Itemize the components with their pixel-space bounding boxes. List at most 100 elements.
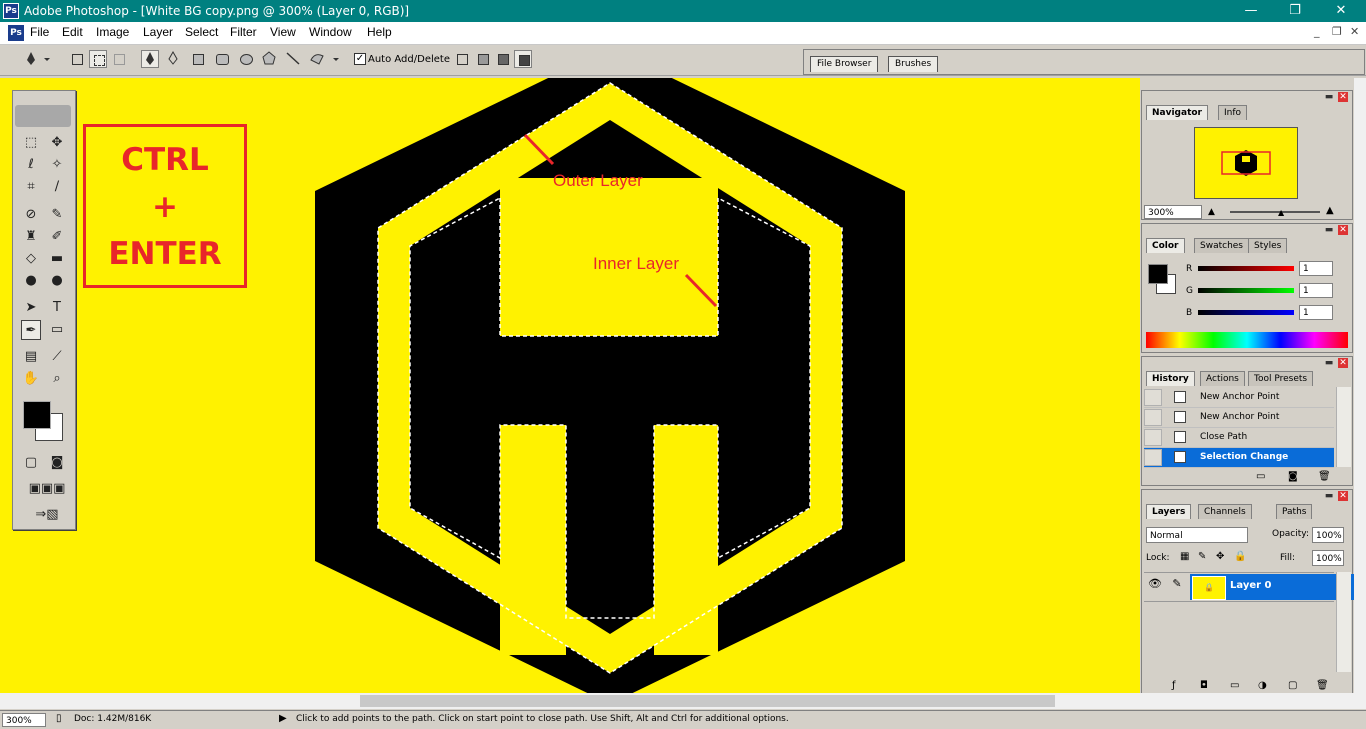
layer-row[interactable]: 👁 ✎ 🔒 Layer 0 xyxy=(1144,572,1366,602)
document-canvas[interactable]: CTRL + ENTER Outer Layer Inner Layer xyxy=(0,78,1140,693)
marquee-tool-icon[interactable]: ⬚ xyxy=(21,133,41,153)
status-menu-arrow-icon[interactable]: ▶ xyxy=(279,713,287,724)
auto-add-delete-checkbox[interactable]: ✓ xyxy=(354,53,366,65)
brushes-tab[interactable]: Brushes xyxy=(888,56,939,72)
blur-tool-icon[interactable]: ● xyxy=(21,271,41,291)
menu-edit[interactable]: Edit xyxy=(62,25,83,39)
document-icon[interactable]: Ps xyxy=(8,25,24,41)
eyedropper-icon[interactable]: ⟋ xyxy=(47,347,67,367)
eraser-tool-icon[interactable]: ◇ xyxy=(21,249,41,269)
crop-tool-icon[interactable]: ⌗ xyxy=(21,177,41,197)
clone-stamp-icon[interactable]: ♜ xyxy=(21,227,41,247)
add-mask-icon[interactable]: ◘ xyxy=(1200,680,1208,691)
tab-info[interactable]: Info xyxy=(1218,105,1248,120)
path-selection-icon[interactable]: ➤ xyxy=(21,298,41,318)
maximize-button[interactable]: ❐ xyxy=(1272,0,1318,22)
zoom-slider-thumb[interactable]: ▲ xyxy=(1278,208,1284,217)
lock-image-icon[interactable]: ✎ xyxy=(1198,551,1206,562)
history-item-selected[interactable]: Selection Change xyxy=(1144,448,1334,468)
paintbrush-link-icon[interactable]: ✎ xyxy=(1168,577,1186,597)
ellipse-shape-icon[interactable] xyxy=(237,50,255,68)
vertical-scrollbar[interactable] xyxy=(1354,78,1366,693)
lock-all-icon[interactable]: 🔒 xyxy=(1234,551,1246,562)
panel-minimize-icon[interactable]: ▬ xyxy=(1324,358,1334,368)
history-item[interactable]: Close Path xyxy=(1144,428,1334,448)
close-button[interactable]: ✕ xyxy=(1318,0,1364,22)
panel-minimize-icon[interactable]: ▬ xyxy=(1324,225,1334,235)
polygon-shape-icon[interactable] xyxy=(261,50,279,68)
rounded-rectangle-icon[interactable] xyxy=(213,50,231,68)
quick-mask-icon[interactable]: ◙ xyxy=(47,453,67,473)
navigator-preview[interactable] xyxy=(1194,127,1298,199)
healing-brush-icon[interactable]: ⊘ xyxy=(21,205,41,225)
custom-shape-dropdown-icon[interactable] xyxy=(331,50,341,68)
new-layer-set-icon[interactable]: ▭ xyxy=(1230,680,1239,691)
tab-actions[interactable]: Actions xyxy=(1200,371,1245,386)
tab-styles[interactable]: Styles xyxy=(1248,238,1288,253)
menu-help[interactable]: Help xyxy=(367,25,392,39)
panel-minimize-icon[interactable]: ▬ xyxy=(1324,92,1334,102)
history-item[interactable]: New Anchor Point xyxy=(1144,388,1334,408)
magic-wand-icon[interactable]: ✧ xyxy=(47,155,67,175)
panel-close-icon[interactable]: ✕ xyxy=(1338,358,1348,368)
blue-value-field[interactable]: 1 xyxy=(1299,305,1333,320)
history-item[interactable]: New Anchor Point xyxy=(1144,408,1334,428)
paths-mode-icon[interactable] xyxy=(89,50,107,68)
rectangle-shape-icon[interactable] xyxy=(189,50,207,68)
menu-file[interactable]: File xyxy=(30,25,49,39)
jump-to-imageready-icon[interactable]: ⇒▧ xyxy=(21,505,73,525)
brush-tool-icon[interactable]: ✎ xyxy=(47,205,67,225)
zoom-tool-icon[interactable]: ⌕ xyxy=(47,369,67,389)
menu-image[interactable]: Image xyxy=(96,25,129,39)
visibility-eye-icon[interactable]: 👁 xyxy=(1146,577,1164,597)
doc-restore-button[interactable]: ❐ xyxy=(1332,25,1342,38)
type-tool-icon[interactable]: T xyxy=(47,298,67,318)
tab-swatches[interactable]: Swatches xyxy=(1194,238,1249,253)
doc-info-icon[interactable]: ▯ xyxy=(56,713,62,724)
screen-modes-icon[interactable]: ▣▣▣ xyxy=(21,479,73,499)
color-ramp[interactable] xyxy=(1146,332,1348,348)
tab-color[interactable]: Color xyxy=(1146,238,1185,253)
dodge-tool-icon[interactable]: ● xyxy=(47,271,67,291)
add-to-path-area-icon[interactable] xyxy=(453,50,471,68)
lock-transparency-icon[interactable]: ▦ xyxy=(1180,551,1189,562)
file-browser-tab[interactable]: File Browser xyxy=(810,56,879,72)
tab-channels[interactable]: Channels xyxy=(1198,504,1252,519)
panel-close-icon[interactable]: ✕ xyxy=(1338,491,1348,501)
status-zoom-field[interactable]: 300% xyxy=(2,713,46,727)
standard-mode-icon[interactable]: ▢ xyxy=(21,453,41,473)
tab-history[interactable]: History xyxy=(1146,371,1195,386)
menu-window[interactable]: Window xyxy=(309,25,352,39)
pen-mode-icon[interactable] xyxy=(141,50,159,68)
green-value-field[interactable]: 1 xyxy=(1299,283,1333,298)
panel-minimize-icon[interactable]: ▬ xyxy=(1324,491,1334,501)
freeform-pen-icon[interactable] xyxy=(165,50,183,68)
panel-close-icon[interactable]: ✕ xyxy=(1338,92,1348,102)
red-slider[interactable] xyxy=(1198,266,1294,271)
slice-tool-icon[interactable]: ∕ xyxy=(47,177,67,197)
zoom-slider[interactable] xyxy=(1230,211,1320,213)
pen-tool-icon[interactable]: ✒ xyxy=(21,320,41,340)
delete-layer-icon[interactable]: 🗑 xyxy=(1316,680,1329,691)
navigator-zoom-field[interactable]: 300% xyxy=(1144,205,1202,219)
menu-select[interactable]: Select xyxy=(185,25,218,39)
scrollbar-thumb[interactable] xyxy=(360,695,1055,707)
menu-view[interactable]: View xyxy=(270,25,296,39)
zoom-out-icon[interactable]: ▲ xyxy=(1208,207,1215,217)
tab-layers[interactable]: Layers xyxy=(1146,504,1192,519)
history-scrollbar[interactable] xyxy=(1336,387,1351,467)
notes-tool-icon[interactable]: ▤ xyxy=(21,347,41,367)
add-layer-style-icon[interactable]: ƒ xyxy=(1172,680,1176,691)
layer-name[interactable]: Layer 0 xyxy=(1230,580,1271,591)
horizontal-scrollbar[interactable] xyxy=(0,693,1366,709)
green-slider[interactable] xyxy=(1198,288,1294,293)
tab-paths[interactable]: Paths xyxy=(1276,504,1313,519)
doc-minimize-button[interactable]: _ xyxy=(1314,25,1320,38)
new-layer-icon[interactable]: ▢ xyxy=(1288,680,1297,691)
blend-mode-select[interactable]: Normal xyxy=(1146,527,1248,543)
pen-tool-preset-icon[interactable] xyxy=(22,50,40,68)
custom-shape-icon[interactable] xyxy=(309,50,327,68)
fill-field[interactable]: 100% xyxy=(1312,550,1344,566)
hand-tool-icon[interactable]: ✋ xyxy=(21,369,41,389)
history-snapshot-icon[interactable]: ◙ xyxy=(1288,471,1298,482)
